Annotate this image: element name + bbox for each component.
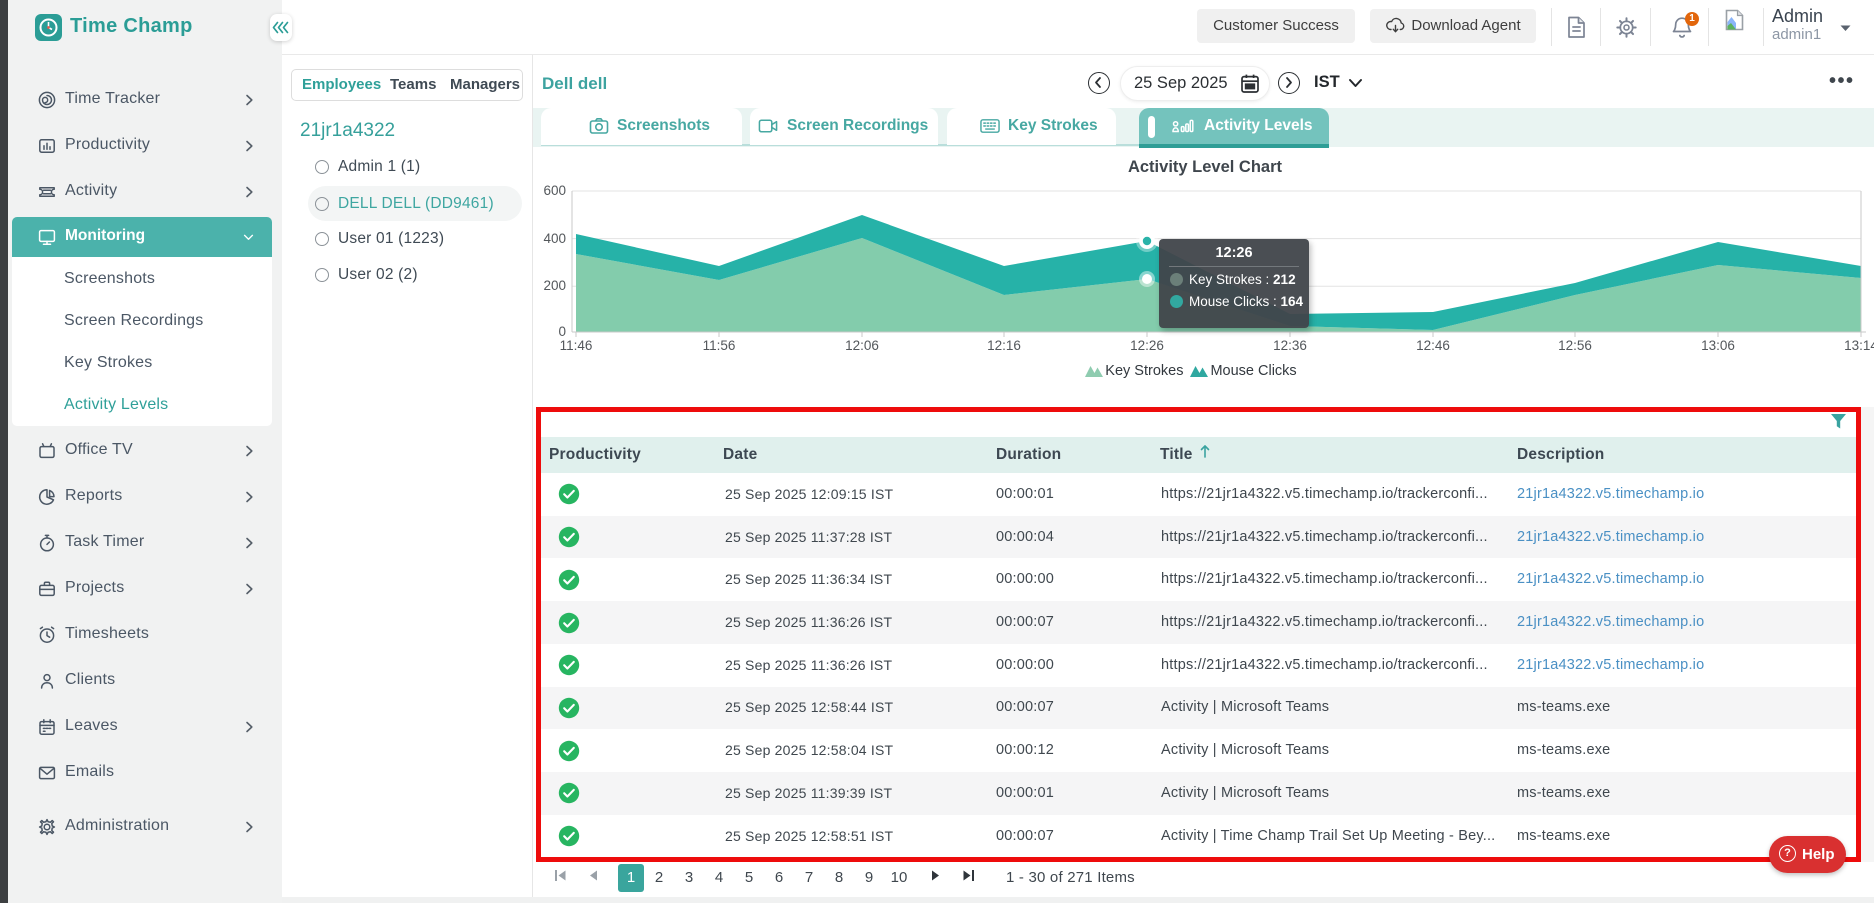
svg-text:0: 0	[558, 324, 566, 339]
svg-text:12:46: 12:46	[1416, 338, 1450, 353]
svg-text:11:46: 11:46	[560, 338, 593, 353]
svg-text:13:14: 13:14	[1844, 338, 1874, 353]
svg-text:12:56: 12:56	[1558, 338, 1592, 353]
svg-text:12:06: 12:06	[845, 338, 879, 353]
svg-text:600: 600	[543, 183, 566, 198]
svg-text:12:16: 12:16	[987, 338, 1021, 353]
svg-text:12:36: 12:36	[1273, 338, 1307, 353]
svg-text:12:26: 12:26	[1130, 338, 1164, 353]
svg-text:200: 200	[543, 278, 566, 293]
svg-text:400: 400	[543, 231, 566, 246]
svg-text:11:56: 11:56	[703, 338, 736, 353]
svg-text:13:06: 13:06	[1701, 338, 1735, 353]
